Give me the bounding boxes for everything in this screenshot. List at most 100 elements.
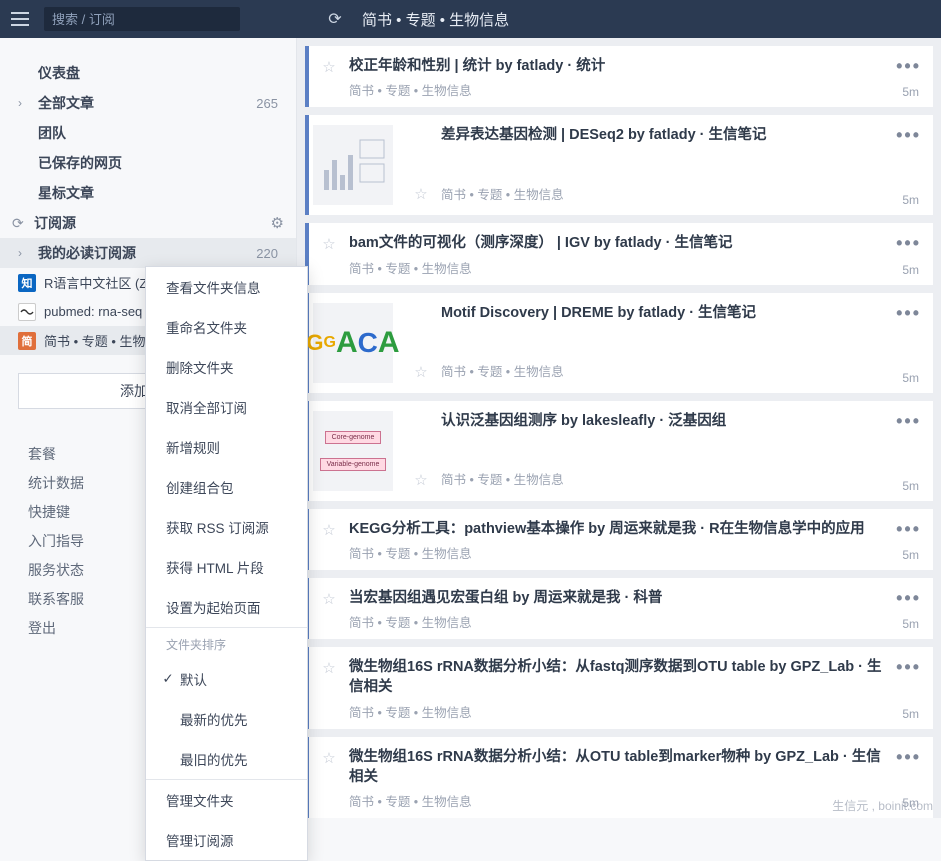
ctx-delete[interactable]: 删除文件夹 [146,347,307,387]
article-row[interactable]: ☆ 差异表达基因检测 | DESeq2 by fatlady · 生信笔记简书 •… [305,115,933,215]
more-icon[interactable]: ••• [896,747,921,768]
article-title: bam文件的可视化（测序深度） | IGV by fatlady · 生信笔记 [349,233,889,253]
ctx-unsub-all[interactable]: 取消全部订阅 [146,387,307,427]
article-title: 差异表达基因检测 | DESeq2 by fatlady · 生信笔记 [441,125,889,145]
article-body: bam文件的可视化（测序深度） | IGV by fatlady · 生信笔记简… [349,223,933,284]
article-row[interactable]: GGACA ☆ Motif Discovery | DREME by fatlady… [305,293,933,393]
article-source: 简书 • 专题 • 生物信息 [441,469,889,488]
star-icon[interactable]: ☆ [322,590,335,608]
article-list-pane: ☆校正年龄和性别 | 统计 by fatlady · 统计简书 • 专题 • 生… [297,38,941,818]
star-icon[interactable]: ☆ [322,749,335,767]
article-title: 校正年龄和性别 | 统计 by fatlady · 统计 [349,56,889,76]
article-row[interactable]: ☆ KEGG分析工具：pathview基本操作 by 周运来就是我 · R在生物信… [305,509,933,570]
ctx-get-rss[interactable]: 获取 RSS 订阅源 [146,507,307,547]
star-column: ☆ [309,578,349,639]
star-icon[interactable]: ☆ [322,58,335,76]
article-body: 微生物组16S rRNA数据分析小结：从fastq测序数据到OTU table … [349,647,933,729]
nav-must-read-folder[interactable]: ›我的必读订阅源220 [0,238,296,268]
article-source: 简书 • 专题 • 生物信息 [349,80,889,99]
ctx-rename[interactable]: 重命名文件夹 [146,307,307,347]
article-row[interactable]: ☆ 微生物组16S rRNA数据分析小结：从fastq测序数据到OTU table… [305,647,933,729]
ctx-manage-folders[interactable]: 管理文件夹 [146,780,307,820]
more-icon[interactable]: ••• [896,411,921,432]
nav-saved-pages[interactable]: 已保存的网页 [0,148,296,178]
checkmark-icon: ✓ [156,671,180,687]
article-body: KEGG分析工具：pathview基本操作 by 周运来就是我 · R在生物信息… [349,509,933,570]
ctx-new-rule[interactable]: 新增规则 [146,427,307,467]
hamburger-menu-button[interactable] [0,0,40,38]
star-icon[interactable]: ☆ [414,363,427,381]
star-icon[interactable]: ☆ [414,185,427,203]
feeds-header: ⟳ 订阅源 ⚙ [0,208,296,238]
star-icon[interactable]: ☆ [322,235,335,253]
nav-dashboard[interactable]: 仪表盘 [0,58,296,88]
pubmed-icon [18,303,36,321]
ctx-get-html[interactable]: 获得 HTML 片段 [146,547,307,587]
topbar: ⟳ 简书 • 专题 • 生物信息 [0,0,941,38]
article-source: 简书 • 专题 • 生物信息 [349,702,889,721]
article-time: 5m [902,548,919,562]
star-column: ☆ [309,223,349,284]
article-title: 微生物组16S rRNA数据分析小结：从fastq测序数据到OTU table … [349,657,889,698]
article-body: 认识泛基因组测序 by lakesleafly · 泛基因组简书 • 专题 • … [441,401,933,501]
article-time: 5m [902,707,919,721]
more-icon[interactable]: ••• [896,56,921,77]
sync-icon[interactable]: ⟳ [12,215,34,232]
jianshu-icon: 简 [18,332,36,350]
more-icon[interactable]: ••• [896,233,921,254]
more-icon[interactable]: ••• [896,125,921,146]
zhihu-icon: 知 [18,274,36,292]
article-time: 5m [902,617,919,631]
star-column: ☆ [309,737,349,818]
article-thumbnail: GGACA [313,303,393,383]
ctx-create-bundle[interactable]: 创建组合包 [146,467,307,507]
article-time: 5m [902,193,919,207]
ctx-sort-default[interactable]: ✓默认 [146,659,307,699]
article-title: 当宏基因组遇见宏蛋白组 by 周运来就是我 · 科普 [349,588,889,608]
article-source: 简书 • 专题 • 生物信息 [441,184,889,203]
article-row[interactable]: ☆ 当宏基因组遇见宏蛋白组 by 周运来就是我 · 科普简书 • 专题 • 生物信… [305,578,933,639]
article-row[interactable]: Core-genomeVariable-genome ☆ 认识泛基因组测序 by l… [305,401,933,501]
ctx-view-info[interactable]: 查看文件夹信息 [146,267,307,307]
ctx-sort-oldest[interactable]: 最旧的优先 [146,739,307,779]
more-icon[interactable]: ••• [896,303,921,324]
article-title: KEGG分析工具：pathview基本操作 by 周运来就是我 · R在生物信息… [349,519,889,539]
star-icon[interactable]: ☆ [322,659,335,677]
ctx-set-start[interactable]: 设置为起始页面 [146,587,307,627]
star-column: ☆ [401,401,441,501]
gear-icon[interactable]: ⚙ [271,214,284,232]
article-title: 认识泛基因组测序 by lakesleafly · 泛基因组 [441,411,889,431]
nav-team[interactable]: 团队 [0,118,296,148]
star-column: ☆ [309,647,349,729]
article-time: 5m [902,85,919,99]
star-icon[interactable]: ☆ [322,521,335,539]
watermark: 生信元 , boinit.com [832,797,933,814]
article-title: 微生物组16S rRNA数据分析小结：从OTU table到marker物种 b… [349,747,889,788]
more-icon[interactable]: ••• [896,588,921,609]
folder-context-menu: 查看文件夹信息 重命名文件夹 删除文件夹 取消全部订阅 新增规则 创建组合包 获… [145,266,308,861]
search-wrap [44,7,240,31]
article-row[interactable]: ☆ bam文件的可视化（测序深度） | IGV by fatlady · 生信笔记… [305,223,933,284]
more-icon[interactable]: ••• [896,657,921,678]
article-body: 差异表达基因检测 | DESeq2 by fatlady · 生信笔记简书 • … [441,115,933,215]
more-icon[interactable]: ••• [896,519,921,540]
article-title: Motif Discovery | DREME by fatlady · 生信笔… [441,303,889,323]
article-row[interactable]: ☆ 校正年龄和性别 | 统计 by fatlady · 统计简书 • 专题 • 生… [305,46,933,107]
article-body: Motif Discovery | DREME by fatlady · 生信笔… [441,293,933,393]
nav-starred[interactable]: 星标文章 [0,178,296,208]
article-source: 简书 • 专题 • 生物信息 [349,258,889,277]
article-thumbnail: Core-genomeVariable-genome [313,411,393,491]
star-column: ☆ [401,293,441,393]
article-body: 当宏基因组遇见宏蛋白组 by 周运来就是我 · 科普简书 • 专题 • 生物信息… [349,578,933,639]
article-body: 校正年龄和性别 | 统计 by fatlady · 统计简书 • 专题 • 生物… [349,46,933,107]
search-input[interactable] [44,7,240,31]
reload-icon[interactable]: ⟳ [324,9,346,29]
star-column: ☆ [401,115,441,215]
ctx-sort-header: 文件夹排序 [146,627,307,659]
star-column: ☆ [309,46,349,107]
star-icon[interactable]: ☆ [414,471,427,489]
nav-all-articles[interactable]: ›全部文章265 [0,88,296,118]
article-time: 5m [902,263,919,277]
ctx-manage-feeds[interactable]: 管理订阅源 [146,820,307,860]
ctx-sort-newest[interactable]: 最新的优先 [146,699,307,739]
